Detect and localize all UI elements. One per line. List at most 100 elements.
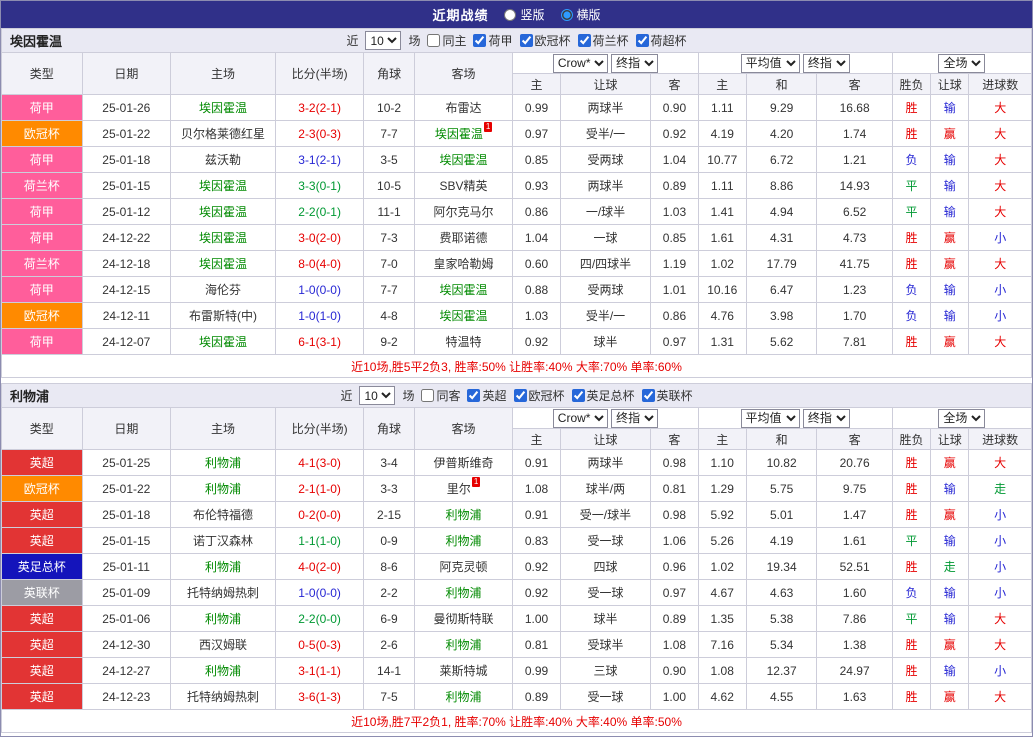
away-team[interactable]: 特温特	[414, 329, 513, 355]
layout-vertical-radio[interactable]: 竖版	[504, 6, 544, 23]
avg-source-select[interactable]: 平均值	[741, 409, 800, 428]
away-team[interactable]: 阿尔克马尔	[414, 199, 513, 225]
same-venue-checkbox[interactable]: 同客	[421, 387, 460, 404]
home-team[interactable]: 利物浦	[171, 606, 276, 632]
league-checkbox-input-3[interactable]	[572, 389, 585, 402]
avg-kind-select[interactable]: 终指	[803, 54, 850, 73]
home-team[interactable]: 埃因霍温	[171, 329, 276, 355]
away-team[interactable]: 伊普斯维奇	[414, 450, 513, 476]
match-count-select[interactable]: 10	[359, 386, 395, 405]
league-badge: 英足总杯	[2, 554, 83, 580]
league-filter-checkbox-1[interactable]: 英超	[467, 387, 506, 404]
result-badge: 负	[892, 147, 930, 173]
col-header-home: 主场	[171, 408, 276, 450]
scope-select[interactable]: 全场	[938, 409, 985, 428]
avg-draw-odds: 4.31	[746, 225, 816, 251]
result-badge: 胜	[892, 476, 930, 502]
away-team[interactable]: 曼彻斯特联	[414, 606, 513, 632]
home-team[interactable]: 海伦芬	[171, 277, 276, 303]
odds-kind-select[interactable]: 终指	[611, 54, 658, 73]
odds-source-select[interactable]: Crow*	[553, 409, 608, 428]
away-team[interactable]: 阿克灵顿	[414, 554, 513, 580]
result-badge: 负	[892, 303, 930, 329]
league-checkbox-input-3[interactable]	[578, 34, 591, 47]
home-team[interactable]: 埃因霍温	[171, 251, 276, 277]
away-team[interactable]: 埃因霍温	[414, 147, 513, 173]
handicap-away-odds: 0.97	[651, 329, 698, 355]
match-score: 3-2(2-1)	[275, 95, 364, 121]
match-count-select[interactable]: 10	[365, 31, 401, 50]
away-team[interactable]: 费耶诺德	[414, 225, 513, 251]
avg-source-select[interactable]: 平均值	[741, 54, 800, 73]
league-checkbox-input-2[interactable]	[514, 389, 527, 402]
away-team[interactable]: 利物浦	[414, 580, 513, 606]
away-team[interactable]: 莱斯特城	[414, 658, 513, 684]
league-checkbox-input-1[interactable]	[467, 389, 480, 402]
league-filter-checkbox-2[interactable]: 欧冠杯	[520, 32, 571, 49]
home-team[interactable]: 利物浦	[171, 450, 276, 476]
odds-kind-select[interactable]: 终指	[611, 409, 658, 428]
handicap-result: 赢	[931, 632, 969, 658]
away-team[interactable]: 利物浦	[414, 632, 513, 658]
handicap-line: 受一/球半	[560, 502, 651, 528]
home-team[interactable]: 诺丁汉森林	[171, 528, 276, 554]
horizontal-radio-input[interactable]	[561, 9, 573, 21]
avg-home-odds: 10.77	[698, 147, 746, 173]
home-team[interactable]: 利物浦	[171, 658, 276, 684]
away-team[interactable]: 皇家哈勒姆	[414, 251, 513, 277]
avg-away-odds: 9.75	[817, 476, 893, 502]
result-badge: 胜	[892, 684, 930, 710]
same-venue-checkbox-input[interactable]	[421, 389, 434, 402]
league-filter-checkbox-1[interactable]: 荷甲	[473, 32, 512, 49]
team-name-text: 莱斯特城	[440, 664, 488, 678]
league-filter-checkbox-2[interactable]: 欧冠杯	[514, 387, 565, 404]
home-team[interactable]: 托特纳姆热刺	[171, 684, 276, 710]
league-filter-checkbox-3[interactable]: 荷兰杯	[578, 32, 629, 49]
league-filter-checkbox-4[interactable]: 英联杯	[642, 387, 693, 404]
home-team[interactable]: 埃因霍温	[171, 173, 276, 199]
home-team[interactable]: 兹沃勒	[171, 147, 276, 173]
home-team[interactable]: 埃因霍温	[171, 199, 276, 225]
avg-away-odds: 20.76	[817, 450, 893, 476]
sub-header-avg-home: 主	[698, 74, 746, 95]
away-team[interactable]: SBV精英	[414, 173, 513, 199]
league-checkbox-input-4[interactable]	[642, 389, 655, 402]
home-team[interactable]: 利物浦	[171, 554, 276, 580]
league-badge: 英超	[2, 606, 83, 632]
avg-home-odds: 1.08	[698, 658, 746, 684]
same-venue-checkbox-input[interactable]	[427, 34, 440, 47]
away-team[interactable]: 埃因霍温	[414, 303, 513, 329]
scope-select[interactable]: 全场	[938, 54, 985, 73]
avg-kind-select[interactable]: 终指	[803, 409, 850, 428]
home-team[interactable]: 埃因霍温	[171, 225, 276, 251]
away-team[interactable]: 利物浦	[414, 502, 513, 528]
league-checkbox-input-1[interactable]	[473, 34, 486, 47]
match-row: 欧冠杯25-01-22贝尔格莱德红星2-3(0-3)7-7埃因霍温10.97受半…	[2, 121, 1032, 147]
league-checkbox-input-4[interactable]	[636, 34, 649, 47]
away-team[interactable]: 里尔1	[414, 476, 513, 502]
league-checkbox-input-2[interactable]	[520, 34, 533, 47]
odds-source-select[interactable]: Crow*	[553, 54, 608, 73]
league-filter-checkbox-3[interactable]: 英足总杯	[572, 387, 635, 404]
avg-home-odds: 5.92	[698, 502, 746, 528]
match-date: 25-01-15	[82, 173, 171, 199]
home-team[interactable]: 埃因霍温	[171, 95, 276, 121]
away-team[interactable]: 埃因霍温	[414, 277, 513, 303]
layout-horizontal-radio[interactable]: 横版	[561, 6, 601, 23]
result-badge: 胜	[892, 450, 930, 476]
home-team[interactable]: 布伦特福德	[171, 502, 276, 528]
home-team[interactable]: 贝尔格莱德红星	[171, 121, 276, 147]
sub-header-handicap-line: 让球	[560, 429, 651, 450]
away-team[interactable]: 布雷达	[414, 95, 513, 121]
league-filter-checkbox-4[interactable]: 荷超杯	[636, 32, 687, 49]
avg-away-odds: 1.60	[817, 580, 893, 606]
vertical-radio-input[interactable]	[504, 9, 516, 21]
same-venue-checkbox[interactable]: 同主	[427, 32, 466, 49]
away-team[interactable]: 利物浦	[414, 684, 513, 710]
home-team[interactable]: 托特纳姆热刺	[171, 580, 276, 606]
away-team[interactable]: 埃因霍温1	[414, 121, 513, 147]
away-team[interactable]: 利物浦	[414, 528, 513, 554]
home-team[interactable]: 布雷斯特(中)	[171, 303, 276, 329]
home-team[interactable]: 利物浦	[171, 476, 276, 502]
home-team[interactable]: 西汉姆联	[171, 632, 276, 658]
